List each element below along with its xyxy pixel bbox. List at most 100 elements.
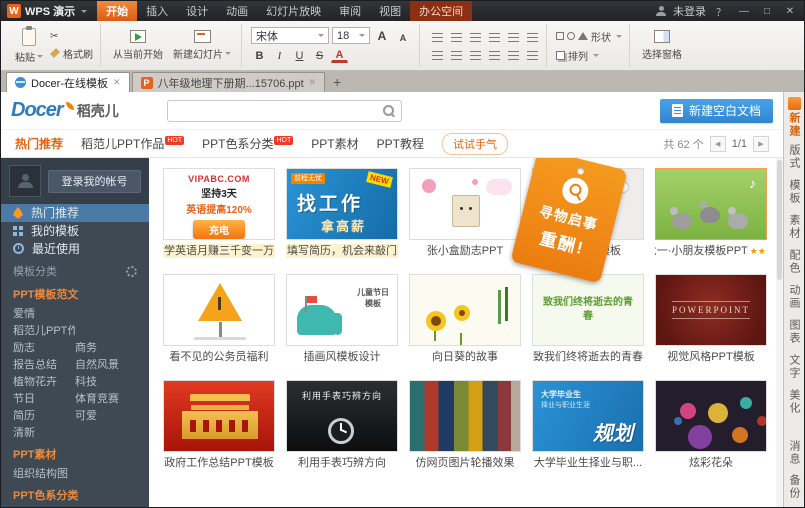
nav-hot-recommend[interactable]: 热门推荐 [15, 135, 63, 152]
menu-home[interactable]: 开始 [97, 1, 137, 21]
format-painter-button[interactable]: 格式刷 [50, 46, 93, 61]
close-tab-icon[interactable]: ✕ [113, 77, 121, 88]
nav-color-category[interactable]: PPT色系分类HOT [202, 135, 293, 152]
sidebar-item-hot[interactable]: 热门推荐 [1, 204, 149, 222]
columns-icon[interactable] [505, 48, 520, 61]
text-align-icon[interactable] [524, 48, 539, 61]
strip-item-messages[interactable]: 消息 [786, 437, 802, 469]
sidebar-link[interactable]: 爱情 [13, 308, 75, 321]
strip-item-colors[interactable]: 配色 [786, 246, 802, 278]
template-card[interactable]: 政府工作总结PPT模板 [163, 380, 275, 470]
nav-ppt-tutorials[interactable]: PPT教程 [377, 135, 424, 152]
sidebar-link[interactable]: 节日 [13, 393, 75, 406]
strip-item-assets[interactable]: 素材 [786, 211, 802, 243]
strip-item-layout[interactable]: 版式 [786, 141, 802, 173]
shrink-font-button[interactable]: A [394, 27, 412, 44]
gear-icon[interactable] [126, 266, 137, 277]
vertical-scrollbar[interactable] [776, 158, 783, 507]
prev-page-button[interactable]: ◀ [710, 136, 726, 152]
numbered-list-icon[interactable] [448, 30, 463, 43]
template-card[interactable]: 仿网页图片轮播效果 [409, 380, 521, 470]
menu-animation[interactable]: 动画 [217, 1, 257, 21]
sidebar-link[interactable]: 报告总结 [13, 359, 75, 372]
sidebar-link[interactable]: 植物花卉 [13, 376, 75, 389]
doc-tab-ppt[interactable]: P 八年级地理下册期...15706.ppt ✕ [132, 72, 326, 92]
close-tab-icon[interactable]: ✕ [309, 77, 317, 88]
strip-new-button[interactable]: 新建 [786, 97, 802, 138]
sidebar-item-my-templates[interactable]: 我的模板 [1, 222, 149, 240]
menu-review[interactable]: 审阅 [330, 1, 370, 21]
shapes-button[interactable]: 形状 [556, 29, 622, 44]
category-ppt-template[interactable]: PPT模板范文 [1, 282, 149, 306]
template-card[interactable]: VIPABC.COM 坚持3天 英语提高120% 充电 学英语月赚三千变一万 [163, 168, 275, 258]
align-right-icon[interactable] [467, 48, 482, 61]
category-ppt-assets[interactable]: PPT素材 [1, 442, 149, 466]
sidebar-link[interactable]: 组织结构图 [13, 468, 75, 481]
selection-pane-button[interactable]: 选择窗格 [639, 30, 685, 61]
arrange-button[interactable]: 排列 [556, 48, 599, 63]
template-card[interactable]: 张小盒励志PPT [409, 168, 521, 258]
search-icon[interactable] [383, 105, 395, 117]
decrease-indent-icon[interactable] [467, 30, 482, 43]
strip-item-text[interactable]: 文字 [786, 351, 802, 383]
template-card[interactable]: 前程无忧 NEW 找工作 拿高薪 填写简历，机会来敲门 [286, 168, 398, 258]
font-color-button[interactable]: A [331, 49, 348, 63]
app-menu-button[interactable]: W WPS 演示 [1, 1, 97, 21]
underline-button[interactable]: U [291, 48, 308, 64]
sidebar-link[interactable]: 可爱 [75, 410, 137, 423]
strip-item-animation[interactable]: 动画 [786, 281, 802, 313]
play-from-current-button[interactable]: 从当前开始 [110, 30, 166, 61]
strip-item-beautify[interactable]: 美化 [786, 386, 802, 418]
login-button[interactable]: 登录我的帐号 [48, 170, 141, 193]
scrollbar-thumb[interactable] [777, 160, 782, 280]
bold-button[interactable]: B [251, 48, 268, 64]
strip-item-backup[interactable]: 备份 [786, 471, 802, 503]
new-slide-button[interactable]: 新建幻灯片 [170, 30, 234, 61]
align-center-icon[interactable] [448, 48, 463, 61]
docer-logo[interactable]: Docer 稻壳儿 [11, 99, 119, 122]
font-family-select[interactable]: 宋体 [251, 27, 329, 44]
minimize-button[interactable]: — [736, 6, 752, 17]
menu-office-space[interactable]: 办公空间 [410, 1, 472, 21]
menu-view[interactable]: 视图 [370, 1, 410, 21]
sidebar-link[interactable]: 商务 [75, 342, 137, 355]
align-left-icon[interactable] [429, 48, 444, 61]
maximize-button[interactable]: □ [759, 6, 775, 17]
template-card[interactable]: 看不见的公务员福利 [163, 274, 275, 364]
template-card[interactable]: 向日葵的故事 [409, 274, 521, 364]
doc-tab-docer[interactable]: Docer-在线模板 ✕ [6, 72, 130, 92]
grow-font-button[interactable]: A [373, 27, 391, 44]
help-button[interactable]: ？ [713, 4, 729, 19]
new-blank-document-button[interactable]: 新建空白文档 [660, 99, 773, 123]
template-card[interactable]: 利用手表巧辨方向 利用手表巧辨方向 [286, 380, 398, 470]
menu-slideshow[interactable]: 幻灯片放映 [257, 1, 330, 21]
menu-design[interactable]: 设计 [177, 1, 217, 21]
template-card[interactable]: 儿童节日模板 插画风模板设计 [286, 274, 398, 364]
text-direction-icon[interactable] [524, 30, 539, 43]
bullet-list-icon[interactable] [429, 30, 444, 43]
sidebar-link[interactable]: 体育竞赛 [75, 393, 137, 406]
template-card[interactable]: 致我们终将逝去的青春 致我们终将逝去的青春 [532, 274, 644, 364]
nav-ppt-assets[interactable]: PPT素材 [311, 135, 358, 152]
login-status[interactable]: 未登录 [673, 3, 706, 19]
next-page-button[interactable]: ▶ [753, 136, 769, 152]
template-card[interactable]: 炫彩花朵 [655, 380, 767, 470]
sidebar-link[interactable]: 励志 [13, 342, 75, 355]
increase-indent-icon[interactable] [486, 30, 501, 43]
paste-button[interactable]: 粘贴 [12, 28, 46, 64]
sidebar-link[interactable]: 科技 [75, 376, 137, 389]
strikethrough-button[interactable]: S [311, 48, 328, 64]
template-card[interactable]: POWERPOINT 视觉风格PPT模板 [655, 274, 767, 364]
sidebar-link[interactable]: 简历 [13, 410, 75, 423]
try-luck-button[interactable]: 试试手气 [442, 133, 508, 155]
close-button[interactable]: ✕ [782, 6, 798, 17]
sidebar-link[interactable]: 清新 [13, 427, 75, 440]
justify-icon[interactable] [486, 48, 501, 61]
template-card[interactable]: 大学毕业生 择业与职业生涯 规划 大学毕业生择业与职... [532, 380, 644, 470]
line-spacing-icon[interactable] [505, 30, 520, 43]
nav-daofaner-works[interactable]: 稻范儿PPT作品HOT [81, 135, 184, 152]
new-tab-button[interactable]: + [327, 72, 347, 92]
strip-item-charts[interactable]: 图表 [786, 316, 802, 348]
menu-insert[interactable]: 插入 [137, 1, 177, 21]
cut-button[interactable]: ✂ [50, 31, 93, 42]
